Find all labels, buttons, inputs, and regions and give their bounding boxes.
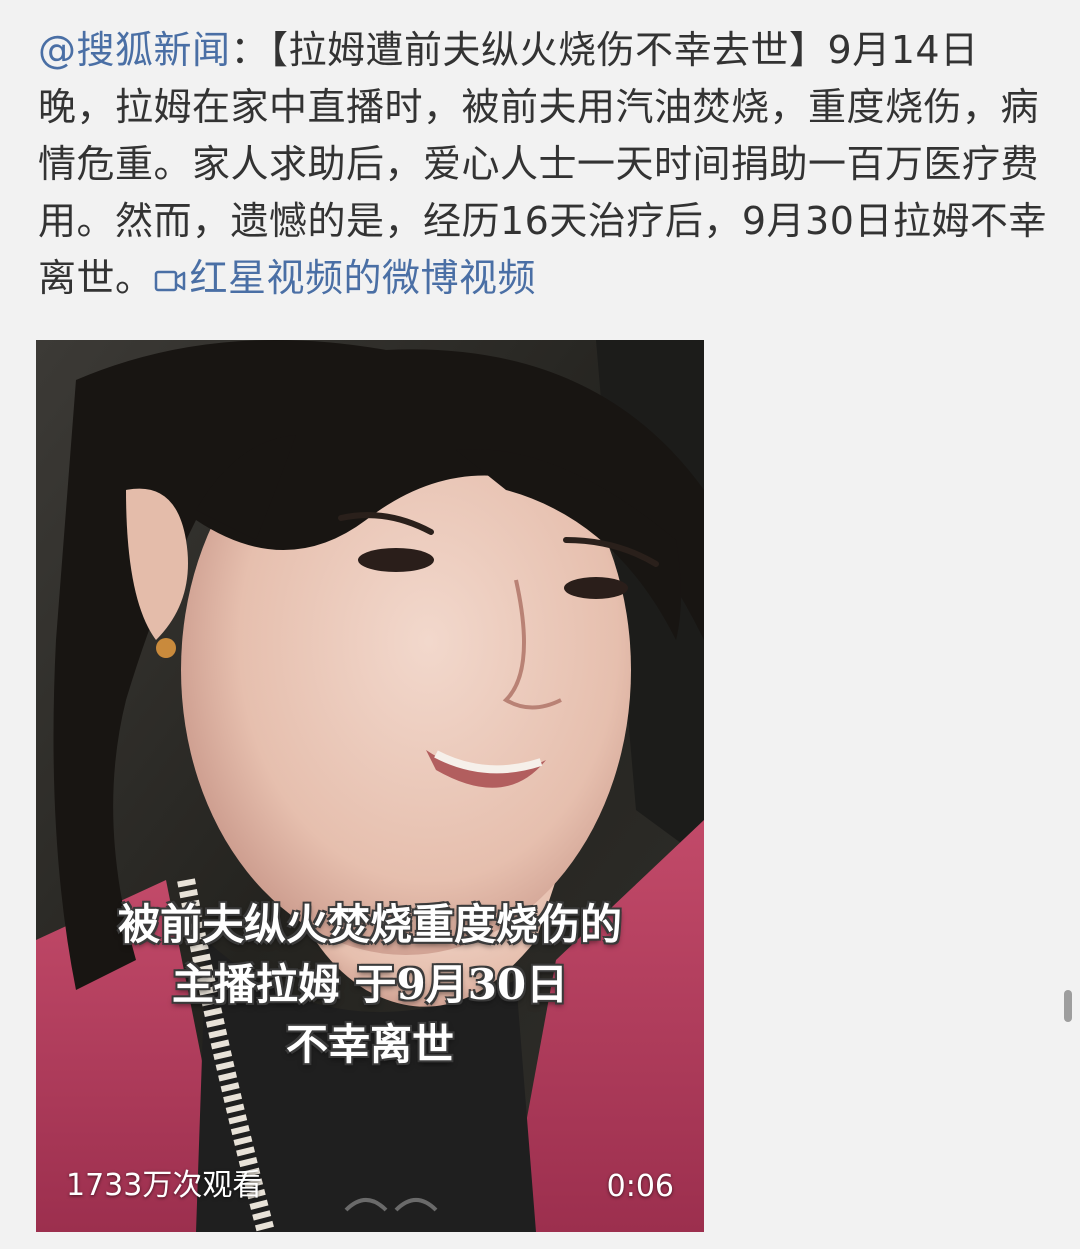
caption-line: 不幸离世: [285, 1020, 454, 1069]
scrollbar-thumb[interactable]: [1064, 990, 1072, 1022]
mention-link[interactable]: @搜狐新闻: [38, 28, 231, 72]
video-thumbnail: [36, 340, 704, 1232]
video-caption: 被前夫纵火焚烧重度烧伤的 主播拉姆 于9月30日 不幸离世: [36, 895, 704, 1075]
post-text: @搜狐新闻：【拉姆遭前夫纵火烧伤不幸去世】9月14日晚，拉姆在家中直播时，被前夫…: [38, 22, 1053, 307]
caption-line: 主播拉姆 于9月30日: [171, 960, 569, 1009]
video-camera-icon: [154, 269, 186, 293]
weibo-post: @搜狐新闻：【拉姆遭前夫纵火烧伤不幸去世】9月14日晚，拉姆在家中直播时，被前夫…: [0, 0, 1080, 1249]
video-link[interactable]: 红星视频的微博视频: [154, 256, 537, 300]
mention-separator: ：: [230, 28, 270, 72]
video-link-label: 红星视频的微博视频: [189, 256, 537, 300]
video-player[interactable]: 被前夫纵火焚烧重度烧伤的 主播拉姆 于9月30日 不幸离世 1733万次观看 0…: [36, 340, 704, 1232]
video-duration: 0:06: [606, 1169, 674, 1204]
view-count: 1733万次观看: [66, 1168, 263, 1203]
caption-line: 被前夫纵火焚烧重度烧伤的: [117, 900, 622, 949]
